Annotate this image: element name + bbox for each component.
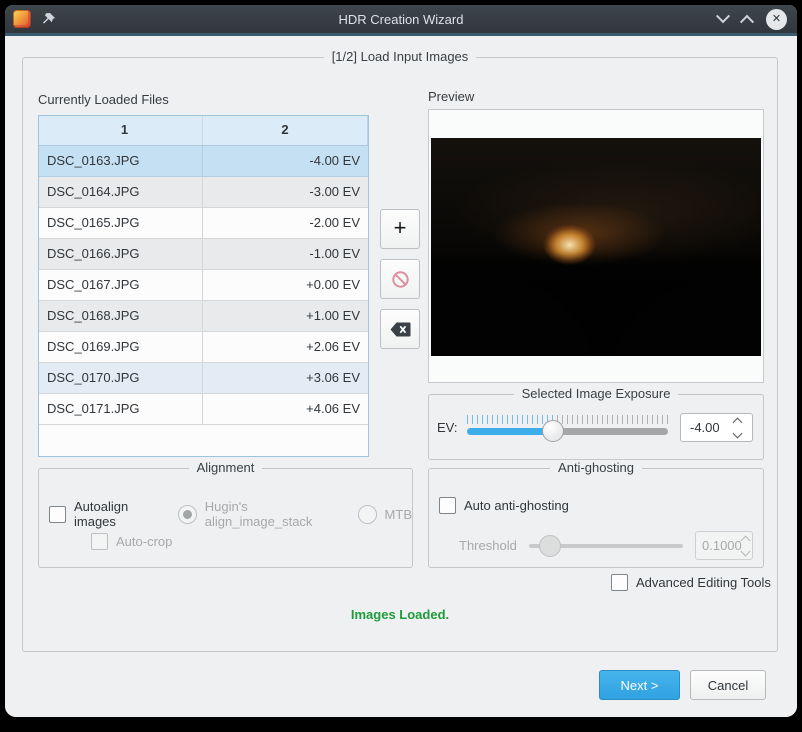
spin-up-icon[interactable] — [732, 417, 742, 427]
load-input-images-group: [1/2] Load Input Images Currently Loaded… — [22, 57, 778, 652]
table-row[interactable]: DSC_0167.JPG+0.00 EV — [39, 270, 368, 301]
cancel-button[interactable]: Cancel — [690, 670, 766, 700]
maximize-window-icon[interactable] — [740, 15, 754, 29]
file-name-cell[interactable]: DSC_0163.JPG — [39, 146, 203, 176]
table-row[interactable]: DSC_0166.JPG-1.00 EV — [39, 239, 368, 270]
threshold-label: Threshold — [459, 538, 517, 553]
add-image-button[interactable]: + — [380, 209, 420, 249]
column-header-1[interactable]: 1 — [39, 116, 203, 145]
advanced-tools-checkbox[interactable] — [611, 574, 628, 591]
alignment-group-title: Alignment — [189, 460, 263, 475]
autoalign-label: Autoalign images — [74, 499, 164, 529]
hugin-label: Hugin's align_image_stack — [205, 499, 344, 529]
ev-value-cell[interactable]: -2.00 EV — [203, 208, 368, 238]
autocrop-label: Auto-crop — [116, 534, 172, 549]
mtb-label: MTB — [385, 507, 412, 522]
threshold-value: 0.1000 — [696, 538, 742, 553]
hdr-wizard-window: HDR Creation Wizard ✕ [1/2] Load Input I… — [5, 5, 797, 717]
column-header-2[interactable]: 2 — [203, 116, 368, 145]
ban-icon — [391, 270, 410, 289]
ev-value-cell[interactable]: -4.00 EV — [203, 146, 368, 176]
table-row[interactable]: DSC_0169.JPG+2.06 EV — [39, 332, 368, 363]
ev-value-cell[interactable]: +3.06 EV — [203, 363, 368, 393]
backspace-icon — [390, 322, 411, 337]
ev-label: EV: — [437, 420, 457, 435]
file-action-buttons: + — [380, 209, 420, 349]
file-name-cell[interactable]: DSC_0169.JPG — [39, 332, 203, 362]
auto-antighosting-label: Auto anti-ghosting — [464, 498, 569, 513]
mtb-radio — [358, 505, 377, 524]
table-row[interactable]: DSC_0168.JPG+1.00 EV — [39, 301, 368, 332]
autocrop-checkbox — [91, 533, 108, 550]
ev-value-cell[interactable]: +0.00 EV — [203, 270, 368, 300]
wizard-content: [1/2] Load Input Images Currently Loaded… — [5, 36, 797, 717]
spin-down-icon — [740, 546, 750, 556]
ev-slider-handle[interactable] — [542, 420, 564, 442]
preview-frame — [428, 109, 764, 383]
file-name-cell[interactable]: DSC_0167.JPG — [39, 270, 203, 300]
preview-label: Preview — [428, 89, 474, 104]
file-name-cell[interactable]: DSC_0170.JPG — [39, 363, 203, 393]
clear-list-button[interactable] — [380, 309, 420, 349]
shade-window-icon[interactable] — [716, 9, 730, 23]
file-name-cell[interactable]: DSC_0168.JPG — [39, 301, 203, 331]
table-row[interactable]: DSC_0170.JPG+3.06 EV — [39, 363, 368, 394]
file-table-rows: DSC_0163.JPG-4.00 EVDSC_0164.JPG-3.00 EV… — [39, 146, 368, 425]
loaded-files-label: Currently Loaded Files — [38, 92, 169, 107]
file-name-cell[interactable]: DSC_0165.JPG — [39, 208, 203, 238]
ev-slider-ticks-filled — [467, 415, 553, 424]
spin-up-icon — [740, 535, 750, 545]
threshold-slider — [529, 532, 683, 560]
alignment-group: Alignment Autoalign images Hugin's align… — [38, 468, 413, 568]
ev-value-cell[interactable]: -3.00 EV — [203, 177, 368, 207]
app-icon[interactable] — [13, 10, 31, 28]
table-row[interactable]: DSC_0171.JPG+4.06 EV — [39, 394, 368, 425]
pin-icon[interactable] — [41, 12, 56, 27]
advanced-tools-label: Advanced Editing Tools — [636, 575, 771, 590]
next-button[interactable]: Next > — [599, 670, 680, 700]
status-message: Images Loaded. — [23, 607, 777, 622]
autoalign-checkbox[interactable] — [49, 506, 66, 523]
ev-value-cell[interactable]: +1.00 EV — [203, 301, 368, 331]
auto-antighosting-checkbox[interactable] — [439, 497, 456, 514]
advanced-tools-row: Advanced Editing Tools — [611, 574, 771, 591]
hugin-radio — [178, 505, 197, 524]
threshold-spinbox: 0.1000 — [695, 531, 753, 560]
table-row[interactable]: DSC_0164.JPG-3.00 EV — [39, 177, 368, 208]
file-name-cell[interactable]: DSC_0164.JPG — [39, 177, 203, 207]
threshold-slider-handle — [539, 535, 561, 557]
step-title: [1/2] Load Input Images — [23, 49, 777, 64]
selected-image-exposure-group: Selected Image Exposure EV: -4.00 — [428, 394, 764, 460]
window-title: HDR Creation Wizard — [5, 12, 797, 27]
file-name-cell[interactable]: DSC_0166.JPG — [39, 239, 203, 269]
file-name-cell[interactable]: DSC_0171.JPG — [39, 394, 203, 424]
ev-value-cell[interactable]: +2.06 EV — [203, 332, 368, 362]
spin-down-icon[interactable] — [732, 428, 742, 438]
ev-value: -4.00 — [681, 420, 726, 435]
table-header-row: 1 2 — [39, 116, 368, 146]
close-icon[interactable]: ✕ — [766, 9, 787, 30]
plus-icon: + — [394, 215, 407, 241]
remove-image-button[interactable] — [380, 259, 420, 299]
table-row[interactable]: DSC_0163.JPG-4.00 EV — [39, 146, 368, 177]
table-row[interactable]: DSC_0165.JPG-2.00 EV — [39, 208, 368, 239]
ev-slider-groove[interactable] — [467, 428, 668, 435]
ev-value-cell[interactable]: -1.00 EV — [203, 239, 368, 269]
exposure-group-title: Selected Image Exposure — [514, 386, 679, 401]
loaded-files-table[interactable]: 1 2 DSC_0163.JPG-4.00 EVDSC_0164.JPG-3.0… — [38, 115, 369, 457]
ev-value-cell[interactable]: +4.06 EV — [203, 394, 368, 424]
antighosting-group: Anti-ghosting Auto anti-ghosting Thresho… — [428, 468, 764, 568]
titlebar[interactable]: HDR Creation Wizard ✕ — [5, 5, 797, 33]
preview-image — [431, 138, 761, 356]
antighosting-group-title: Anti-ghosting — [550, 460, 642, 475]
ev-slider[interactable] — [467, 414, 668, 442]
ev-spinbox[interactable]: -4.00 — [680, 413, 753, 442]
